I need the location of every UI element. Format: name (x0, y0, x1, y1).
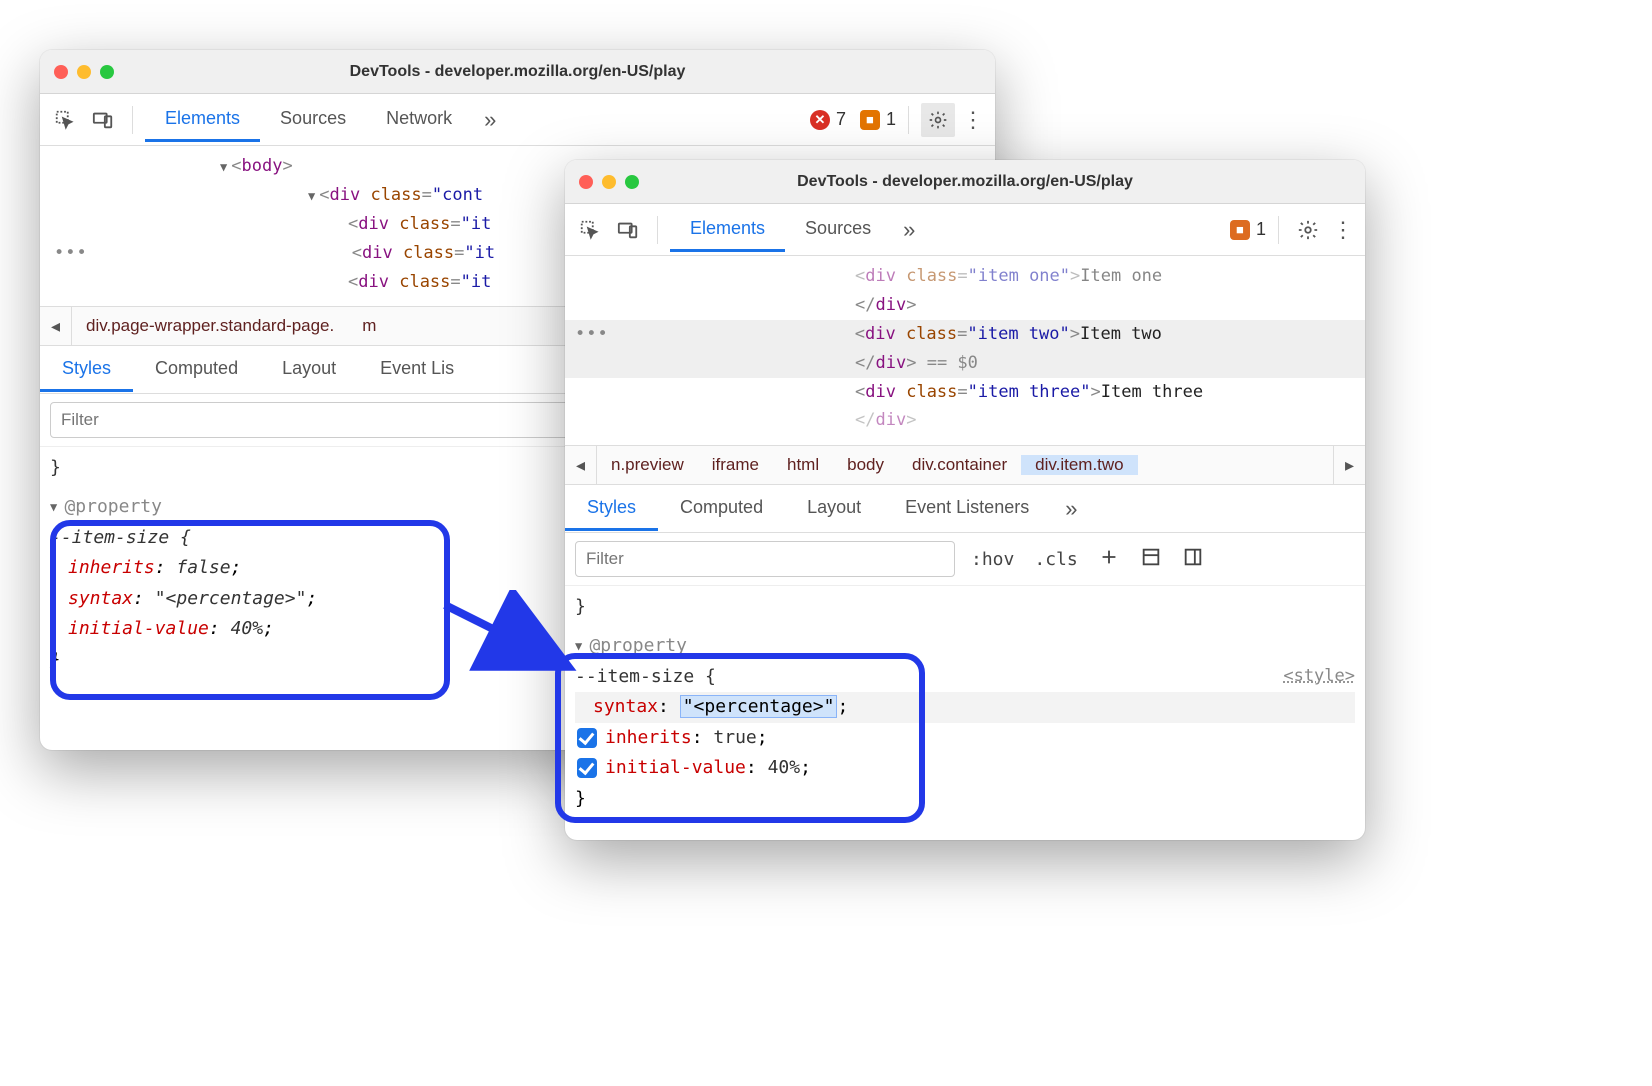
rule-close-brace: } (575, 592, 1355, 623)
window-title: DevTools - developer.mozilla.org/en-US/p… (565, 173, 1365, 191)
main-toolbar: Elements Sources » ■ 1 ⋮ (565, 204, 1365, 256)
hov-toggle[interactable]: :hov (967, 549, 1018, 570)
tab-elements[interactable]: Elements (145, 98, 260, 142)
window-title: DevTools - developer.mozilla.org/en-US/p… (40, 63, 995, 81)
subtab-styles[interactable]: Styles (40, 348, 133, 392)
style-source-link[interactable]: <style> (1283, 662, 1355, 691)
sidebar-toggle-icon[interactable] (1178, 546, 1208, 573)
breadcrumb-right-arrow[interactable]: ▸ (1333, 446, 1365, 484)
issue-icon: ■ (860, 110, 880, 130)
subtab-styles[interactable]: Styles (565, 487, 658, 531)
breadcrumb-item[interactable]: iframe (698, 455, 773, 475)
titlebar: DevTools - developer.mozilla.org/en-US/p… (40, 50, 995, 94)
subtab-computed[interactable]: Computed (133, 348, 260, 392)
settings-button[interactable] (1291, 213, 1325, 247)
subtabs-overflow-icon[interactable]: » (1051, 496, 1091, 522)
main-toolbar: Elements Sources Network » ✕ 7 ■ 1 ⋮ (40, 94, 995, 146)
property-rule-name: --item-size { (575, 666, 716, 687)
breadcrumb-left-arrow[interactable]: ◂ (565, 446, 597, 484)
dom-ellipsis[interactable]: ••• (565, 320, 615, 349)
breadcrumb[interactable]: ◂ n.preview iframe html body div.contain… (565, 445, 1365, 485)
tab-sources[interactable]: Sources (785, 208, 891, 252)
inspect-element-icon[interactable] (573, 213, 607, 247)
breadcrumb-item-selected[interactable]: div.item.two (1021, 455, 1138, 475)
errors-count: 7 (836, 109, 846, 130)
inspect-element-icon[interactable] (48, 103, 82, 137)
breadcrumb-item[interactable]: n.preview (597, 455, 698, 475)
settings-button[interactable] (921, 103, 955, 137)
dom-tree[interactable]: <div class="item one">Item one </div> ••… (565, 256, 1365, 445)
tab-sources[interactable]: Sources (260, 98, 366, 142)
declaration-checkbox[interactable] (577, 758, 597, 778)
breadcrumb-item[interactable]: m (348, 316, 390, 336)
computed-toggle-icon[interactable] (1136, 546, 1166, 573)
styles-subtabs: Styles Computed Layout Event Listeners » (565, 485, 1365, 533)
tabs-overflow-icon[interactable]: » (472, 107, 508, 133)
styles-filter-input[interactable] (575, 541, 955, 577)
breadcrumb-item[interactable]: body (833, 455, 898, 475)
subtab-event-listeners[interactable]: Event Lis (358, 348, 476, 392)
titlebar: DevTools - developer.mozilla.org/en-US/p… (565, 160, 1365, 204)
breadcrumb-item[interactable]: html (773, 455, 833, 475)
error-icon: ✕ (810, 110, 830, 130)
dom-ellipsis[interactable]: ••• (40, 239, 94, 268)
styles-filter-bar: :hov .cls (565, 533, 1365, 586)
subtab-event-listeners[interactable]: Event Listeners (883, 487, 1051, 531)
errors-badge[interactable]: ✕ 7 (810, 109, 846, 130)
declaration-initial-value[interactable]: initial-value: 40%; (575, 753, 1355, 784)
issues-badge[interactable]: ■ 1 (860, 109, 896, 130)
breadcrumb-left-arrow[interactable]: ◂ (40, 307, 72, 345)
issues-count: 1 (1256, 219, 1266, 240)
subtab-layout[interactable]: Layout (785, 487, 883, 531)
tab-elements[interactable]: Elements (670, 208, 785, 252)
styles-pane[interactable]: } @property --item-size { <style> syntax… (565, 586, 1365, 824)
tabs-overflow-icon[interactable]: » (891, 217, 927, 243)
cls-toggle[interactable]: .cls (1030, 549, 1081, 570)
declaration-checkbox[interactable] (577, 728, 597, 748)
device-toggle-icon[interactable] (611, 213, 645, 247)
tab-network[interactable]: Network (366, 98, 472, 142)
new-style-rule-icon[interactable] (1094, 546, 1124, 573)
issues-count: 1 (886, 109, 896, 130)
rule-close-brace: } (575, 784, 1355, 815)
issues-badge[interactable]: ■ 1 (1230, 219, 1266, 240)
subtab-layout[interactable]: Layout (260, 348, 358, 392)
device-toggle-icon[interactable] (86, 103, 120, 137)
declaration-inherits[interactable]: inherits: true; (575, 723, 1355, 754)
issue-icon: ■ (1230, 220, 1250, 240)
more-menu-icon[interactable]: ⋮ (1329, 217, 1357, 243)
at-property-header[interactable]: @property (575, 631, 1355, 662)
breadcrumb-item[interactable]: div.container (898, 455, 1021, 475)
devtools-window-2: DevTools - developer.mozilla.org/en-US/p… (565, 160, 1365, 840)
subtab-computed[interactable]: Computed (658, 487, 785, 531)
more-menu-icon[interactable]: ⋮ (959, 107, 987, 133)
declaration-syntax[interactable]: syntax: "<percentage>"; (575, 692, 1355, 723)
breadcrumb-item[interactable]: div.page-wrapper.standard-page. (72, 316, 348, 336)
